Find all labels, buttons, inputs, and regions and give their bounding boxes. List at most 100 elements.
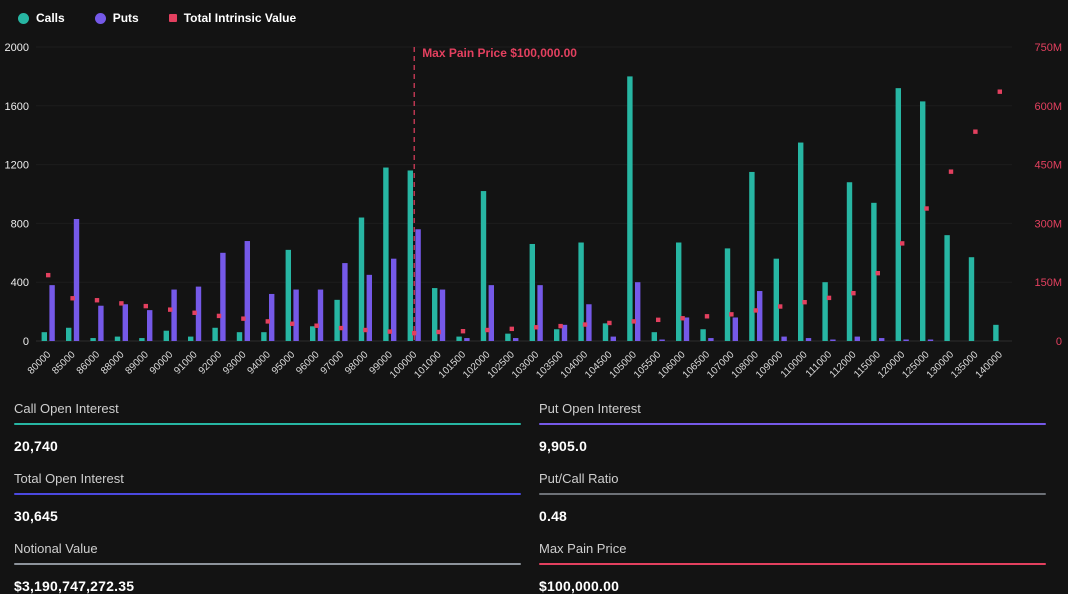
call-bar[interactable]: [920, 101, 925, 341]
intrinsic-value-marker[interactable]: [412, 331, 416, 335]
intrinsic-value-marker[interactable]: [461, 329, 465, 333]
put-bar[interactable]: [269, 294, 274, 341]
put-bar[interactable]: [245, 241, 250, 341]
put-bar[interactable]: [171, 290, 176, 341]
call-bar[interactable]: [188, 337, 193, 341]
intrinsic-value-marker[interactable]: [827, 296, 831, 300]
call-bar[interactable]: [359, 218, 364, 341]
put-bar[interactable]: [611, 337, 616, 341]
put-bar[interactable]: [293, 290, 298, 341]
intrinsic-value-marker[interactable]: [266, 319, 270, 323]
put-bar[interactable]: [708, 338, 713, 341]
call-bar[interactable]: [896, 88, 901, 341]
intrinsic-value-marker[interactable]: [851, 291, 855, 295]
call-bar[interactable]: [164, 331, 169, 341]
intrinsic-value-marker[interactable]: [534, 325, 538, 329]
intrinsic-value-marker[interactable]: [656, 318, 660, 322]
call-bar[interactable]: [383, 168, 388, 341]
call-bar[interactable]: [90, 338, 95, 341]
intrinsic-value-marker[interactable]: [46, 273, 50, 277]
put-bar[interactable]: [928, 340, 933, 341]
intrinsic-value-marker[interactable]: [949, 169, 953, 173]
put-bar[interactable]: [318, 290, 323, 341]
call-bar[interactable]: [42, 332, 47, 341]
intrinsic-value-marker[interactable]: [436, 330, 440, 334]
put-bar[interactable]: [220, 253, 225, 341]
legend-item-puts[interactable]: Puts: [95, 11, 139, 25]
put-bar[interactable]: [415, 229, 420, 341]
intrinsic-value-marker[interactable]: [607, 321, 611, 325]
put-bar[interactable]: [855, 337, 860, 341]
put-bar[interactable]: [781, 337, 786, 341]
intrinsic-value-marker[interactable]: [778, 304, 782, 308]
put-bar[interactable]: [806, 338, 811, 341]
intrinsic-value-marker[interactable]: [754, 308, 758, 312]
intrinsic-value-marker[interactable]: [510, 327, 514, 331]
put-bar[interactable]: [391, 259, 396, 341]
intrinsic-value-marker[interactable]: [119, 301, 123, 305]
put-bar[interactable]: [684, 317, 689, 341]
intrinsic-value-marker[interactable]: [168, 307, 172, 311]
put-bar[interactable]: [123, 304, 128, 341]
put-bar[interactable]: [98, 306, 103, 341]
put-bar[interactable]: [489, 285, 494, 341]
intrinsic-value-marker[interactable]: [339, 326, 343, 330]
call-bar[interactable]: [749, 172, 754, 341]
call-bar[interactable]: [115, 337, 120, 341]
put-bar[interactable]: [537, 285, 542, 341]
call-bar[interactable]: [408, 170, 413, 341]
call-bar[interactable]: [310, 326, 315, 341]
call-bar[interactable]: [261, 332, 266, 341]
put-bar[interactable]: [147, 310, 152, 341]
intrinsic-value-marker[interactable]: [192, 311, 196, 315]
intrinsic-value-marker[interactable]: [924, 206, 928, 210]
put-bar[interactable]: [733, 317, 738, 341]
intrinsic-value-marker[interactable]: [680, 316, 684, 320]
intrinsic-value-marker[interactable]: [241, 316, 245, 320]
put-bar[interactable]: [659, 340, 664, 341]
put-bar[interactable]: [464, 338, 469, 341]
call-bar[interactable]: [456, 337, 461, 341]
put-bar[interactable]: [49, 285, 54, 341]
intrinsic-value-marker[interactable]: [705, 314, 709, 318]
call-bar[interactable]: [554, 329, 559, 341]
intrinsic-value-marker[interactable]: [558, 324, 562, 328]
call-bar[interactable]: [603, 323, 608, 341]
call-bar[interactable]: [700, 329, 705, 341]
intrinsic-value-marker[interactable]: [998, 89, 1002, 93]
call-bar[interactable]: [286, 250, 291, 341]
intrinsic-value-marker[interactable]: [144, 304, 148, 308]
intrinsic-value-marker[interactable]: [388, 329, 392, 333]
call-bar[interactable]: [774, 259, 779, 341]
legend-item-calls[interactable]: Calls: [18, 11, 65, 25]
call-bar[interactable]: [725, 248, 730, 341]
intrinsic-value-marker[interactable]: [95, 298, 99, 302]
intrinsic-value-marker[interactable]: [900, 241, 904, 245]
call-bar[interactable]: [334, 300, 339, 341]
intrinsic-value-marker[interactable]: [973, 129, 977, 133]
put-bar[interactable]: [830, 340, 835, 341]
call-bar[interactable]: [822, 282, 827, 341]
legend-item-total-intrinsic-value[interactable]: Total Intrinsic Value: [169, 11, 296, 25]
intrinsic-value-marker[interactable]: [70, 296, 74, 300]
call-bar[interactable]: [652, 332, 657, 341]
put-bar[interactable]: [513, 338, 518, 341]
intrinsic-value-marker[interactable]: [485, 328, 489, 332]
put-bar[interactable]: [879, 338, 884, 341]
call-bar[interactable]: [481, 191, 486, 341]
call-bar[interactable]: [969, 257, 974, 341]
call-bar[interactable]: [139, 338, 144, 341]
intrinsic-value-marker[interactable]: [632, 319, 636, 323]
intrinsic-value-marker[interactable]: [802, 300, 806, 304]
call-bar[interactable]: [237, 332, 242, 341]
intrinsic-value-marker[interactable]: [314, 324, 318, 328]
call-bar[interactable]: [505, 334, 510, 341]
call-bar[interactable]: [993, 325, 998, 341]
put-bar[interactable]: [635, 282, 640, 341]
intrinsic-value-marker[interactable]: [290, 322, 294, 326]
call-bar[interactable]: [212, 328, 217, 341]
intrinsic-value-marker[interactable]: [217, 314, 221, 318]
call-bar[interactable]: [798, 143, 803, 341]
call-bar[interactable]: [944, 235, 949, 341]
put-bar[interactable]: [757, 291, 762, 341]
